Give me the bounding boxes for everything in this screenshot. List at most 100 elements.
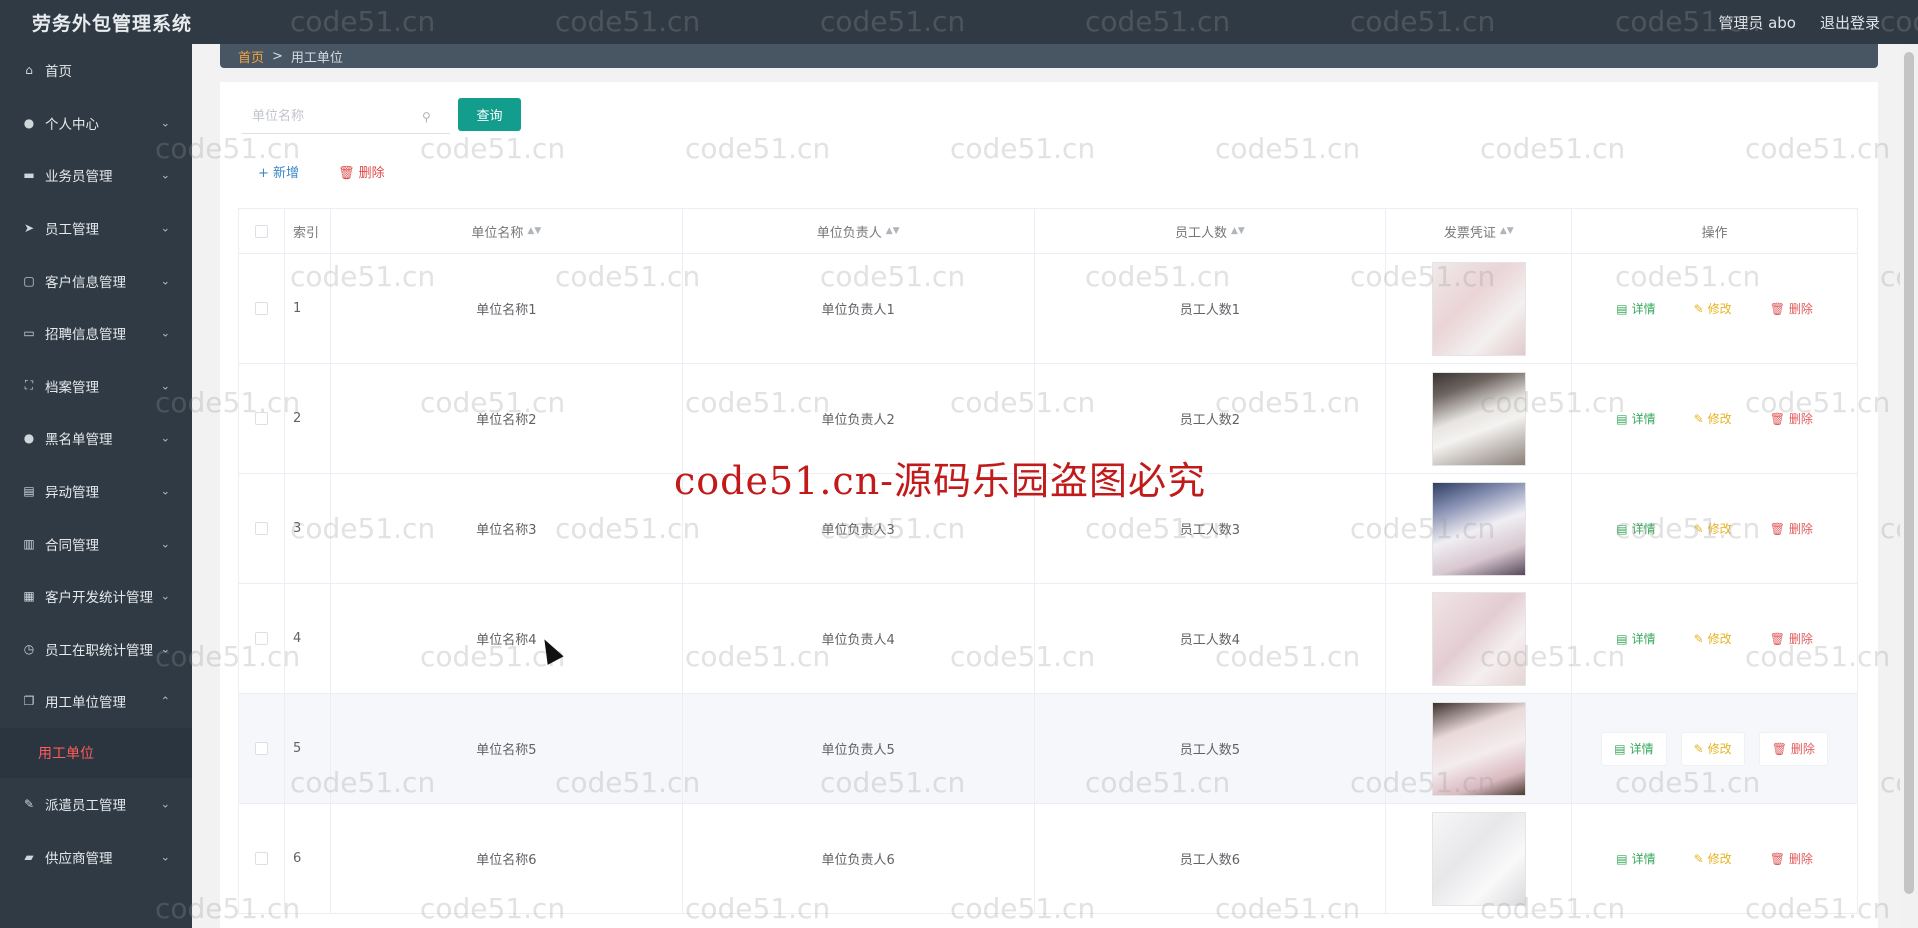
invoice-thumbnail[interactable] [1431,591,1526,686]
sidebar-item[interactable]: ⛶ 档案管理 ⌄ [0,360,192,413]
sort-icon[interactable]: ▲▼ [1231,226,1245,236]
chevron-down-icon: ⌄ [160,379,170,393]
delete-button[interactable]: 🗑 删除 [1758,842,1825,876]
sidebar-item[interactable]: ▬ 业务员管理 ⌄ [0,149,192,202]
column-header-index: 索引 [285,209,331,253]
document-icon: ▤ [23,484,35,499]
employee-count-cell: 员工人数2 [1035,364,1387,473]
invoice-thumbnail[interactable] [1431,261,1526,356]
employee-count-cell: 员工人数5 [1035,694,1387,803]
edit-button[interactable]: ✎ 修改 [1682,842,1744,876]
document-icon: ▤ [1616,631,1628,646]
sidebar-item[interactable]: ✎ 派遣员工管理 ⌄ [0,778,192,831]
page-scrollbar[interactable] [1900,44,1918,928]
employee-count-cell: 员工人数3 [1035,474,1387,583]
sidebar-item[interactable]: ❐ 用工单位管理 ⌃ [0,675,192,728]
unit-name-cell: 单位名称4 [331,584,683,693]
sidebar-item[interactable]: ➤ 员工管理 ⌄ [0,202,192,255]
stopwatch-icon: ◷ [23,641,35,656]
row-actions: ▤ 详情 ✎ 修改 🗑 删除 [1572,584,1859,693]
detail-button[interactable]: ▤ 详情 [1604,292,1667,326]
batch-delete-label: 删除 [358,166,385,181]
row-checkbox[interactable] [254,302,268,315]
invoice-thumbnail[interactable] [1431,811,1526,906]
delete-button[interactable]: 🗑 删除 [1758,512,1825,546]
row-index: 2 [285,364,331,473]
edit-button[interactable]: ✎ 修改 [1682,402,1744,436]
sidebar-item[interactable]: ▦ 客户开发统计管理 ⌄ [0,570,192,623]
edit-icon: ✎ [1693,521,1704,536]
edit-button[interactable]: ✎ 修改 [1682,512,1744,546]
row-checkbox[interactable] [254,852,268,865]
logout-button[interactable]: 退出登录 [1820,12,1880,33]
row-checkbox[interactable] [254,742,268,755]
column-header-invoice[interactable]: 发票凭证 ▲▼ [1386,209,1573,253]
trash-icon: 🗑 [1769,301,1785,316]
add-button[interactable]: + 新增 [258,162,299,181]
row-index: 3 [285,474,331,583]
table-row: 1 单位名称1 单位负责人1 员工人数1 ▤ 详情 ✎ 修改 🗑 删除 [239,254,1859,364]
sidebar-subitem-unit[interactable]: 用工单位 [0,727,192,778]
detail-button[interactable]: ▤ 详情 [1601,731,1667,766]
sidebar-item[interactable]: ● 黑名单管理 ⌄ [0,412,192,465]
sidebar-item[interactable]: ⌂ 首页 [0,44,192,97]
delete-button[interactable]: 🗑 删除 [1758,622,1825,656]
row-index: 6 [285,804,331,913]
invoice-cell [1386,694,1573,803]
search-icon: ⚲ [422,109,431,124]
invoice-thumbnail[interactable] [1431,481,1526,576]
unit-name-cell: 单位名称5 [331,694,683,803]
delete-button[interactable]: 🗑 删除 [1758,402,1825,436]
row-checkbox[interactable] [254,632,268,645]
sidebar-item[interactable]: ▭ 招聘信息管理 ⌄ [0,307,192,360]
edit-button[interactable]: ✎ 修改 [1682,622,1744,656]
sort-icon[interactable]: ▲▼ [886,226,900,236]
delete-button[interactable]: 🗑 删除 [1758,731,1828,766]
home-icon: ⌂ [25,63,33,78]
sidebar-item[interactable]: ▤ 异动管理 ⌄ [0,465,192,518]
delete-button[interactable]: 🗑 删除 [1758,292,1825,326]
detail-button[interactable]: ▤ 详情 [1604,402,1667,436]
fullscreen-icon: ⛶ [24,378,34,393]
row-actions: ▤ 详情 ✎ 修改 🗑 删除 [1572,694,1859,803]
query-button[interactable]: 查询 [458,98,521,131]
column-header-name[interactable]: 单位名称 ▲▼ [331,209,683,253]
sort-icon[interactable]: ▲▼ [1500,226,1514,236]
breadcrumb-current: 用工单位 [290,50,343,66]
row-checkbox[interactable] [254,412,268,425]
chevron-down-icon: ⌄ [160,168,170,182]
sidebar-item[interactable]: ▥ 合同管理 ⌄ [0,517,192,570]
column-header-head[interactable]: 单位负责人 ▲▼ [683,209,1035,253]
edit-button[interactable]: ✎ 修改 [1680,731,1745,766]
sidebar-item[interactable]: ● 个人中心 ⌄ [0,97,192,150]
unit-name-search-input[interactable] [242,109,422,124]
detail-button[interactable]: ▤ 详情 [1604,842,1667,876]
invoice-thumbnail[interactable] [1431,701,1526,796]
select-all-checkbox[interactable] [254,224,268,238]
breadcrumb-home-link[interactable]: 首页 [238,47,264,66]
sort-icon[interactable]: ▲▼ [527,226,541,236]
batch-delete-button[interactable]: 🗑 删除 [338,162,385,181]
crop-icon: ▢ [23,273,35,288]
edit-label: 修改 [1707,412,1732,426]
column-header-count[interactable]: 员工人数 ▲▼ [1035,209,1387,253]
main-content: 首页 > 用工单位 ⚲ 查询 + 新增 🗑 删除 索引 单位名称▲▼ 单位负责人… [192,44,1892,928]
admin-user-label[interactable]: 管理员 abo [1718,12,1796,33]
trash-icon: 🗑 [1769,851,1785,866]
sidebar-item[interactable]: ▰ 供应商管理 ⌄ [0,830,192,883]
row-checkbox[interactable] [254,522,268,535]
detail-button[interactable]: ▤ 详情 [1604,622,1667,656]
sidebar-item[interactable]: ▢ 客户信息管理 ⌄ [0,254,192,307]
delete-label: 删除 [1788,522,1813,536]
user-solid-icon: ● [23,431,35,446]
invoice-thumbnail[interactable] [1431,371,1526,466]
detail-label: 详情 [1631,412,1656,426]
row-actions: ▤ 详情 ✎ 修改 🗑 删除 [1572,364,1859,473]
content-panel: ⚲ 查询 + 新增 🗑 删除 索引 单位名称▲▼ 单位负责人▲▼ 员工人数▲▼ … [220,82,1878,928]
detail-button[interactable]: ▤ 详情 [1604,512,1667,546]
scrollbar-thumb[interactable] [1904,52,1914,894]
chevron-down-icon: ⌄ [160,797,170,811]
sidebar-item[interactable]: ◷ 员工在职统计管理 ⌄ [0,623,192,676]
edit-button[interactable]: ✎ 修改 [1682,292,1744,326]
sidebar-item-label: 异动管理 [45,485,99,502]
